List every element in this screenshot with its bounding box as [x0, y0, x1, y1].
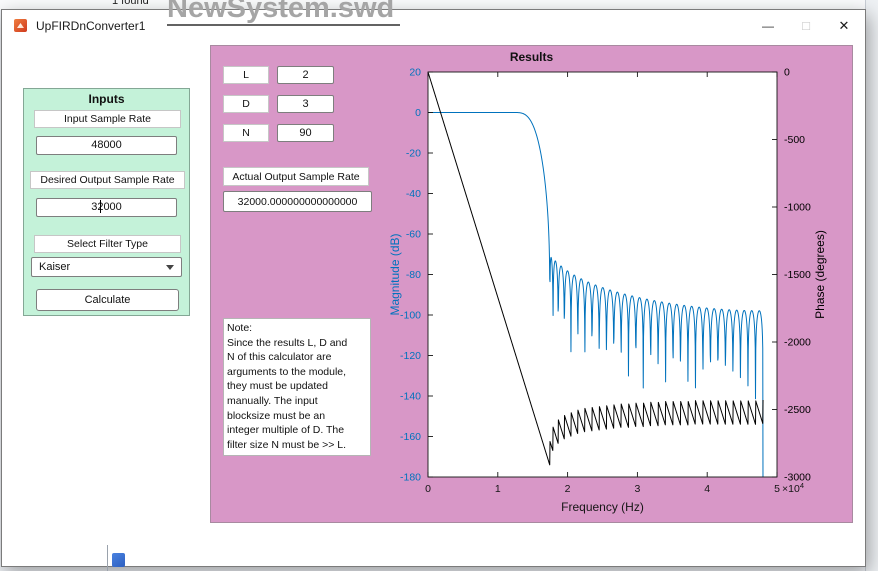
magnitude-tick-label: 20 — [409, 67, 421, 79]
inputs-panel: Inputs Input Sample Rate Desired Output … — [23, 88, 190, 316]
background-divider-line — [107, 545, 108, 571]
input-sample-rate-label: Input Sample Rate — [34, 110, 181, 128]
x-tick-label: 1 — [495, 483, 501, 495]
filter-type-selected: Kaiser — [39, 261, 70, 273]
x-tick-label: 3 — [634, 483, 640, 495]
background-app-icon — [112, 553, 125, 567]
phase-tick-label: -2500 — [784, 404, 811, 416]
results-panel: Results L 2 D 3 N 90 Actual Output Sampl… — [210, 45, 853, 523]
x-tick-label: 2 — [565, 483, 571, 495]
upfirdnconverter-window: UpFIRDnConverter1 — □ ✕ Inputs Input Sam… — [1, 9, 866, 567]
phase-tick-label: 0 — [784, 67, 790, 79]
maximize-button[interactable]: □ — [787, 10, 825, 41]
phase-tick-label: -500 — [784, 134, 805, 146]
x-tick-label: 5 — [774, 483, 780, 495]
magnitude-axis-label: Magnitude (dB) — [388, 233, 402, 315]
background-heading: NewSystem.swd — [167, 0, 400, 26]
magnitude-tick-label: -140 — [400, 391, 421, 403]
desktop-background: 1 found NewSystem.swd UpFIRDnConverter1 … — [0, 0, 878, 571]
chevron-down-icon — [166, 265, 174, 270]
magnitude-tick-label: -120 — [400, 350, 421, 362]
minimize-button[interactable]: — — [749, 10, 787, 41]
filter-type-dropdown[interactable]: Kaiser — [31, 257, 182, 277]
output-sample-rate-label: Desired Output Sample Rate — [30, 171, 185, 189]
magnitude-tick-label: -160 — [400, 431, 421, 443]
filter-type-label: Select Filter Type — [34, 235, 181, 253]
x-tick-label: 0 — [425, 483, 431, 495]
matlab-app-icon[interactable] — [14, 19, 27, 32]
magnitude-tick-label: -40 — [406, 188, 421, 200]
magnitude-tick-label: -80 — [406, 269, 421, 281]
magnitude-tick-label: -20 — [406, 148, 421, 160]
phase-axis-label: Phase (degrees) — [813, 230, 827, 319]
magnitude-tick-label: 0 — [415, 107, 421, 119]
window-titlebar[interactable]: UpFIRDnConverter1 — □ ✕ — [2, 10, 865, 41]
frequency-axis-label: Frequency (Hz) — [561, 500, 644, 514]
calculate-button[interactable]: Calculate — [36, 289, 179, 311]
inputs-panel-title: Inputs — [24, 92, 189, 106]
phase-tick-label: -1000 — [784, 202, 811, 214]
output-sample-rate-field[interactable] — [36, 198, 177, 217]
magnitude-tick-label: -60 — [406, 229, 421, 241]
window-title: UpFIRDnConverter1 — [36, 19, 145, 33]
background-found-count: 1 found — [112, 0, 149, 7]
phase-tick-label: -1500 — [784, 269, 811, 281]
magnitude-tick-label: -180 — [400, 472, 421, 484]
close-button[interactable]: ✕ — [825, 10, 863, 41]
phase-tick-label: -3000 — [784, 472, 811, 484]
x-tick-label: 4 — [704, 483, 710, 495]
background-scrollbar-strip — [865, 0, 878, 571]
x-axis-exponent: ×104 — [782, 481, 804, 495]
frequency-response-plot: 0 1 2 3 4 5 20 0 -20 -40 -60 -80 -100 -120 -140 -160 -18… — [211, 46, 852, 522]
text-caret — [100, 200, 101, 213]
magnitude-tick-label: -100 — [400, 310, 421, 322]
phase-tick-label: -2000 — [784, 337, 811, 349]
input-sample-rate-field[interactable] — [36, 136, 177, 155]
